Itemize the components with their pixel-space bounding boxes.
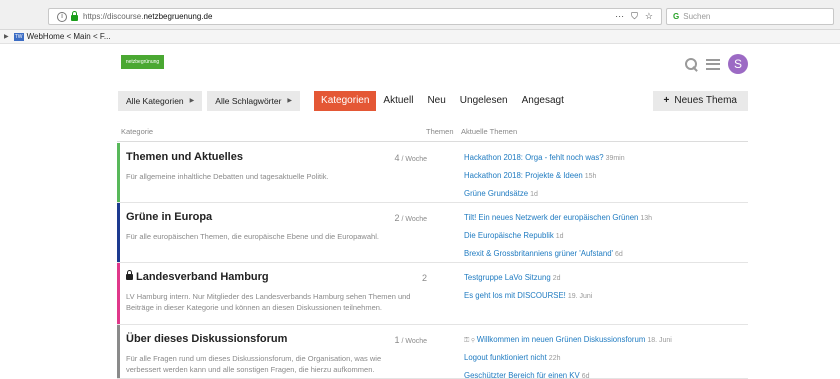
topic-title: Geschützter Bereich für einen KV (464, 371, 580, 379)
column-header-topics: Themen (426, 127, 454, 136)
search-engine-icon[interactable]: G (673, 12, 679, 21)
topic-title: Es geht los mit DISCOURSE! (464, 291, 566, 300)
category-topic-count: 2 (421, 273, 427, 283)
header-icons: S (684, 54, 748, 74)
url-text: https://discourse.netzbegruenung.de (83, 12, 213, 21)
bookmark-favicon-icon: TW (13, 32, 24, 41)
latest-topic-link[interactable]: Grüne Grundsätze 1d (464, 189, 538, 198)
latest-topic-link[interactable]: Hackathon 2018: Projekte & Ideen 15h (464, 171, 596, 180)
lock-icon (126, 270, 133, 280)
category-description: Für allgemeine inhaltliche Debatten und … (126, 172, 329, 181)
latest-topic-link[interactable]: ⚿ ⚲ Willkommen im neuen Grünen Diskussion… (464, 335, 672, 345)
tab-new[interactable]: Neu (420, 91, 452, 111)
topic-title: Brexit & Grossbritanniens grüner 'Aufsta… (464, 249, 614, 258)
info-icon[interactable]: i (57, 11, 67, 22)
topic-age: 1d (530, 191, 538, 198)
topic-title: Logout funktioniert nicht (464, 353, 547, 362)
topic-age: 2d (552, 275, 561, 282)
search-placeholder: Suchen (683, 12, 711, 21)
bookmark-webhome[interactable]: WebHome < Main < F... (27, 32, 111, 41)
table-divider (117, 141, 748, 142)
latest-topic-link[interactable]: Geschützter Bereich für einen KV 6d (464, 371, 590, 379)
topic-age: 18. Juni (647, 337, 672, 344)
category-name[interactable]: Landesverband Hamburg (126, 270, 269, 283)
category-name-text: Grüne in Europa (126, 211, 213, 223)
latest-topic-link[interactable]: Brexit & Grossbritanniens grüner 'Aufsta… (464, 249, 623, 258)
user-avatar[interactable]: S (728, 54, 748, 74)
column-header-latest: Aktuelle Themen (461, 127, 518, 136)
tab-top[interactable]: Angesagt (515, 91, 571, 111)
category-name[interactable]: Grüne in Europa (126, 211, 212, 223)
category-name-text: Über dieses Diskussionsforum (126, 333, 288, 345)
topic-age: 39min (605, 155, 625, 162)
topic-age: 22h (548, 355, 561, 362)
latest-topic-link[interactable]: Es geht los mit DISCOURSE! 19. Juni (464, 291, 592, 300)
category-description: Für alle Fragen rund um dieses Diskussio… (126, 354, 382, 374)
category-color-bar (117, 325, 120, 378)
category-row: Grüne in Europa Für alle europäischen The… (117, 203, 748, 263)
category-name-text: Themen und Aktuelles (126, 151, 243, 163)
category-name[interactable]: Themen und Aktuelles (126, 151, 243, 163)
address-bar[interactable]: i https://discourse.netzbegruenung.de ··… (48, 8, 662, 25)
plus-icon: + (663, 95, 670, 106)
category-row: Themen und Aktuelles Für allgemeine inhal… (117, 143, 748, 203)
category-topic-count: 2 / Woche (394, 213, 427, 223)
pocket-icon[interactable]: ⛉ (631, 11, 638, 22)
topic-title: Grüne Grundsätze (464, 189, 529, 198)
chevron-right-icon[interactable]: ▶ (4, 33, 9, 40)
secure-lock-icon[interactable] (71, 10, 78, 21)
url-actions: ··· ⛉ ☆ (615, 11, 653, 22)
latest-topic-link[interactable]: Hackathon 2018: Orga - fehlt noch was? 39… (464, 153, 625, 162)
caret-right-icon: ▶ (287, 98, 293, 104)
caret-right-icon: ▶ (189, 98, 195, 104)
latest-topic-link[interactable]: Die Europäische Republik 1d (464, 231, 564, 240)
browser-toolbar: i https://discourse.netzbegruenung.de ··… (0, 0, 840, 30)
category-description: Für alle europäischen Themen, die europä… (126, 232, 379, 241)
browser-search-input[interactable]: G Suchen (666, 8, 834, 25)
pinned-lock-icon: ⚿ ⚲ (464, 337, 475, 344)
new-topic-label: Neues Thema (674, 95, 737, 106)
hamburger-menu-icon[interactable] (706, 58, 720, 70)
search-icon[interactable] (684, 57, 698, 71)
latest-topic-link[interactable]: Tilt! Ein neues Netzwerk der europäische… (464, 213, 652, 222)
topic-age: 6d (615, 251, 623, 258)
category-color-bar (117, 263, 120, 324)
topic-title: Hackathon 2018: Orga - fehlt noch was? (464, 153, 604, 162)
category-row: Über dieses Diskussionsforum Für alle Fra… (117, 325, 748, 379)
tab-unread[interactable]: Ungelesen (453, 91, 515, 111)
latest-topic-link[interactable]: Testgruppe LaVo Sitzung 2d (464, 273, 561, 282)
topic-age: 6d (581, 373, 590, 379)
topic-title: Hackathon 2018: Projekte & Ideen (464, 171, 583, 180)
category-name-text: Landesverband Hamburg (136, 271, 269, 283)
all-tags-dropdown[interactable]: Alle Schlagwörter ▶ (207, 91, 301, 111)
topic-age: 1d (555, 233, 564, 240)
page-actions-icon[interactable]: ··· (615, 11, 624, 22)
tab-latest[interactable]: Aktuell (376, 91, 420, 111)
category-description: LV Hamburg intern. Nur Mitglieder des La… (126, 292, 411, 312)
category-topic-count: 4 / Woche (394, 153, 427, 163)
bookmark-star-icon[interactable]: ☆ (645, 11, 653, 22)
topic-age: 19. Juni (567, 293, 593, 300)
new-topic-button[interactable]: + Neues Thema (652, 91, 748, 111)
topic-title: Willkommen im neuen Grünen Diskussionsfo… (476, 335, 646, 344)
topic-title: Die Europäische Republik (464, 231, 554, 240)
topic-title: Testgruppe LaVo Sitzung (464, 273, 551, 282)
latest-topic-link[interactable]: Logout funktioniert nicht 22h (464, 353, 560, 362)
tab-categories[interactable]: Kategorien (314, 91, 377, 111)
category-name[interactable]: Über dieses Diskussionsforum (126, 333, 287, 345)
bookmarks-bar: ▶ TW WebHome < Main < F... (0, 30, 840, 44)
site-logo[interactable]: netzbegrünung (121, 55, 164, 69)
category-color-bar (117, 143, 120, 202)
column-header-category: Kategorie (121, 127, 154, 136)
topic-title: Tilt! Ein neues Netzwerk der europäische… (464, 213, 639, 222)
category-topic-count: 1 / Woche (394, 335, 427, 345)
category-color-bar (117, 203, 120, 262)
topic-age: 13h (640, 215, 653, 222)
all-tags-label: Alle Schlagwörter (215, 96, 282, 106)
category-nav: Alle Kategorien ▶ Alle Schlagwörter ▶ Kate… (118, 91, 748, 111)
all-categories-dropdown[interactable]: Alle Kategorien ▶ (118, 91, 203, 111)
topic-age: 15h (584, 173, 597, 180)
category-row: Landesverband Hamburg LV Hamburg intern. … (117, 263, 748, 325)
all-categories-label: Alle Kategorien (126, 96, 184, 106)
